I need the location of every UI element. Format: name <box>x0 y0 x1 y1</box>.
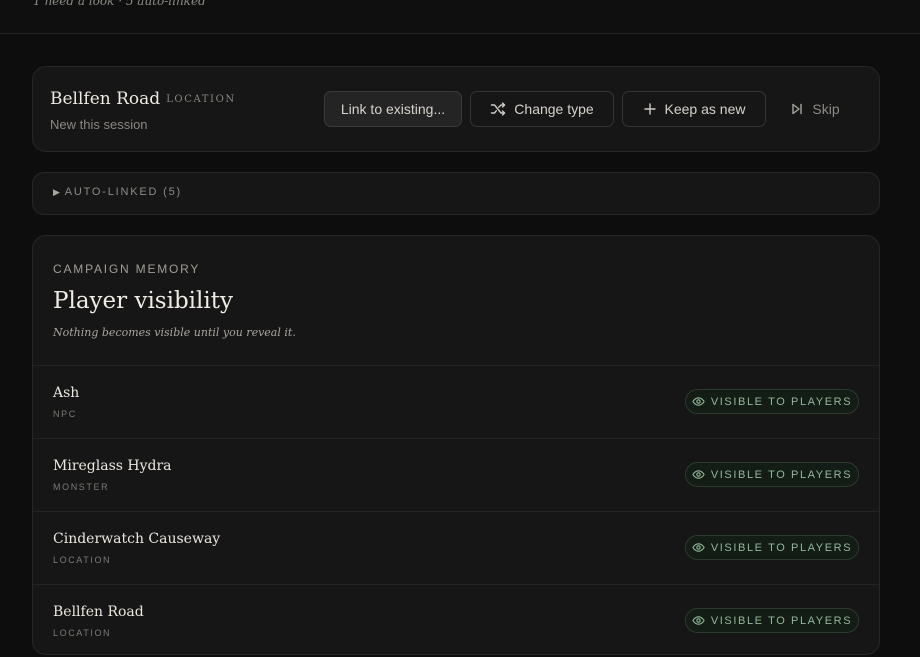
visibility-status-label: VISIBLE TO PLAYERS <box>710 395 853 408</box>
change-type-button[interactable]: Change type <box>470 91 614 127</box>
entity-title-line: Bellfen Road LOCATION <box>50 89 236 109</box>
eye-icon <box>692 616 705 625</box>
keep-as-new-label: Keep as new <box>664 101 746 117</box>
skip-forward-icon <box>792 103 803 115</box>
triangle-right-icon: ▶ <box>53 186 62 197</box>
visibility-toggle[interactable]: VISIBLE TO PLAYERS <box>685 389 859 414</box>
skip-button[interactable]: Skip <box>778 91 852 127</box>
visibility-toggle[interactable]: VISIBLE TO PLAYERS <box>685 608 859 633</box>
list-item: Cinderwatch Causeway LOCATION VISIBLE TO… <box>33 511 879 584</box>
entity-name: Bellfen Road <box>50 89 161 109</box>
auto-linked-section: ▶ AUTO-LINKED (5) <box>32 172 880 215</box>
eye-icon <box>692 470 705 479</box>
shuffle-icon <box>491 102 506 116</box>
auto-linked-label: AUTO-LINKED (5) <box>64 186 182 198</box>
campaign-memory-panel: CAMPAIGN MEMORY Player visibility Nothin… <box>32 235 880 655</box>
visibility-status-label: VISIBLE TO PLAYERS <box>710 468 853 481</box>
visibility-toggle[interactable]: VISIBLE TO PLAYERS <box>685 462 859 487</box>
list-item: Mireglass Hydra MONSTER VISIBLE TO PLAYE… <box>33 438 879 511</box>
entity-row-type: LOCATION <box>53 555 112 565</box>
change-type-label: Change type <box>514 101 594 117</box>
plus-icon <box>643 103 656 115</box>
link-to-existing-button[interactable]: Link to existing... <box>324 91 462 127</box>
visibility-toggle[interactable]: VISIBLE TO PLAYERS <box>685 535 859 560</box>
list-item: Bellfen Road LOCATION VISIBLE TO PLAYERS <box>33 584 879 657</box>
panel-title: Player visibility <box>53 288 233 314</box>
auto-linked-toggle[interactable]: ▶ AUTO-LINKED (5) <box>53 186 182 198</box>
entity-row-name: Mireglass Hydra <box>53 458 172 474</box>
visibility-status-label: VISIBLE TO PLAYERS <box>710 614 853 627</box>
section-eyebrow: CAMPAIGN MEMORY <box>53 262 201 276</box>
entity-review-card: Bellfen Road LOCATION New this session Li… <box>32 66 880 152</box>
entity-row-type: NPC <box>53 409 77 419</box>
eye-icon <box>692 543 705 552</box>
visibility-status-label: VISIBLE TO PLAYERS <box>710 541 853 554</box>
entity-row-name: Bellfen Road <box>53 604 144 620</box>
list-item: Ash NPC VISIBLE TO PLAYERS <box>33 365 879 438</box>
entity-row-type: MONSTER <box>53 482 110 492</box>
panel-subtitle: Nothing becomes visible until you reveal… <box>53 326 296 339</box>
entity-subtitle: New this session <box>50 117 148 132</box>
entity-row-name: Ash <box>53 385 80 401</box>
review-summary-note: 1 need a look · 5 auto-linked <box>33 0 206 8</box>
entity-row-type: LOCATION <box>53 628 112 638</box>
top-bar: 1 need a look · 5 auto-linked <box>0 0 920 34</box>
skip-label: Skip <box>812 101 840 117</box>
link-to-existing-label: Link to existing... <box>340 101 446 117</box>
visibility-list: Ash NPC VISIBLE TO PLAYERS Mireglass Hyd… <box>33 365 879 657</box>
entity-row-name: Cinderwatch Causeway <box>53 531 221 547</box>
keep-as-new-button[interactable]: Keep as new <box>622 91 766 127</box>
eye-icon <box>692 397 705 406</box>
entity-type-tag: LOCATION <box>166 94 236 105</box>
